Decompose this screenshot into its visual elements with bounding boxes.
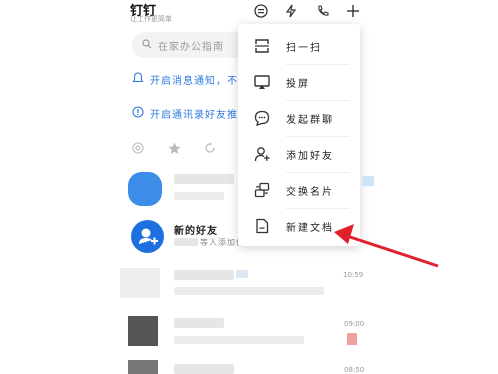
plus-icon[interactable] xyxy=(346,4,360,18)
avatar xyxy=(128,316,158,346)
bell-icon xyxy=(132,72,144,83)
notice-text: 开启消息通知，不错过重要消息 xyxy=(150,76,242,86)
contacts-icon xyxy=(132,106,144,118)
history-icon[interactable] xyxy=(204,142,216,154)
scan-icon xyxy=(255,39,269,53)
lightning-icon[interactable] xyxy=(284,4,298,18)
add-friend-icon xyxy=(254,147,270,162)
blurred-text xyxy=(174,364,234,374)
blurred-text xyxy=(174,336,304,344)
menu-item-add-friend[interactable]: 添加好友 xyxy=(238,136,360,172)
blurred-text xyxy=(174,192,224,200)
menu-item-scan[interactable]: 扫一扫 xyxy=(238,28,360,64)
annotation-arrow xyxy=(334,224,439,268)
avatar xyxy=(120,268,160,298)
menu-item-group-chat[interactable]: 发起群聊 xyxy=(238,100,360,136)
exchange-card-icon xyxy=(254,182,270,198)
app-subtitle: 让工作更简单 xyxy=(130,15,172,23)
blurred-text xyxy=(174,287,324,295)
chat-time: 10:59 xyxy=(343,271,364,279)
search-icon xyxy=(142,39,152,49)
chat-bubble-icon[interactable] xyxy=(254,4,268,18)
phone-call-icon[interactable] xyxy=(316,4,330,18)
add-person-icon xyxy=(139,228,158,245)
chat-title[interactable]: 新的好友 xyxy=(174,222,218,237)
notice-notification[interactable]: 开启消息通知，不错过重要消息 xyxy=(132,72,242,86)
notice-text: 开启通讯录好友推荐 xyxy=(150,110,242,120)
avatar xyxy=(128,172,162,206)
menu-item-screencast[interactable]: 投屏 xyxy=(238,64,360,100)
blurred-text xyxy=(174,174,234,184)
search-placeholder: 在家办公指南 xyxy=(158,42,224,53)
blurred-text xyxy=(174,238,198,246)
avatar xyxy=(128,360,158,374)
menu-item-exchange-card[interactable]: 交换名片 xyxy=(238,172,360,208)
edge-fragment xyxy=(362,176,374,186)
blurred-text xyxy=(174,270,234,280)
chat-time: 09:00 xyxy=(344,320,365,328)
star-icon[interactable] xyxy=(168,142,181,155)
notice-contacts[interactable]: 开启通讯录好友推荐 xyxy=(132,106,242,120)
chat-time: 08:50 xyxy=(344,366,365,374)
new-doc-icon xyxy=(256,218,269,234)
status-marker xyxy=(347,333,357,345)
avatar-new-friend[interactable] xyxy=(131,220,164,253)
status-marker xyxy=(236,270,248,278)
group-chat-icon xyxy=(254,110,270,126)
screencast-icon xyxy=(254,75,270,89)
blurred-text xyxy=(174,318,224,328)
at-icon[interactable] xyxy=(132,142,144,154)
plus-dropdown-menu: 扫一扫 投屏 发起群聊 添加好友 交换名片 新建文档 xyxy=(238,24,360,246)
